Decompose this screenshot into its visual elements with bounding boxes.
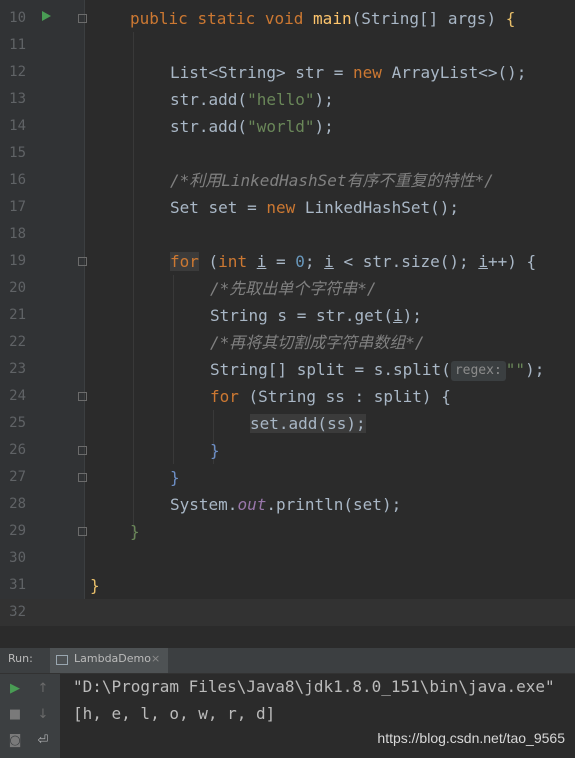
code-line: List<String> str = new ArrayList<>(); [170,63,527,82]
fold-icon[interactable] [78,473,87,482]
code-line: } [170,468,180,487]
wrap-icon[interactable]: ⏎ [35,733,51,749]
line-number: 19 [9,253,26,269]
line-number: 21 [9,307,26,323]
console-tab-icon [56,655,68,665]
line-number: 22 [9,334,26,350]
line-number: 23 [9,361,26,377]
line-number: 16 [9,172,26,188]
line-number: 28 [9,496,26,512]
line-number: 32 [9,604,26,620]
code-line: set.add(ss); [250,414,366,433]
current-line-highlight [0,599,575,626]
line-number: 14 [9,118,26,134]
code-line: str.add("world"); [170,117,334,136]
indent-guide [173,275,174,464]
run-gutter-icon[interactable] [42,11,51,21]
line-number: 24 [9,388,26,404]
down-icon[interactable]: ↓ [35,707,51,723]
run-tab-label: LambdaDemo [74,652,151,665]
code-comment: /*再将其切割成字符串数组*/ [210,333,425,352]
code-line: public static void main(String[] args) { [130,9,516,28]
code-line: Set set = new LinkedHashSet(); [170,198,459,217]
run-toolbar: ▶ ■ ◙ ↑ ↓ ⏎ [0,674,60,758]
code-line: for (int i = 0; i < str.size(); i++) { [170,252,537,271]
line-number: 31 [9,577,26,593]
line-number: 27 [9,469,26,485]
code-line: for (String ss : split) { [210,387,451,406]
code-comment: /*先取出单个字符串*/ [210,279,377,298]
line-number: 29 [9,523,26,539]
up-icon[interactable]: ↑ [35,681,51,697]
line-number: 20 [9,280,26,296]
fold-icon[interactable] [78,257,87,266]
fold-icon[interactable] [78,14,87,23]
code-line: } [210,441,220,460]
camera-icon[interactable]: ◙ [7,733,23,749]
code-line: System.out.println(set); [170,495,402,514]
line-number: 12 [9,64,26,80]
run-label: Run: [8,652,33,665]
code-editor[interactable]: 10 11 12 13 14 15 16 17 18 19 20 21 22 2… [0,0,575,626]
line-number: 17 [9,199,26,215]
code-line: String s = str.get(i); [210,306,422,325]
parameter-hint: regex: [450,361,506,381]
fold-icon[interactable] [78,527,87,536]
line-number: 18 [9,226,26,242]
fold-icon[interactable] [78,446,87,455]
code-line: } [90,576,100,595]
line-number: 26 [9,442,26,458]
run-tab[interactable]: LambdaDemo × [50,648,168,673]
code-line: } [130,522,140,541]
indent-guide [133,32,134,540]
line-number: 30 [9,550,26,566]
line-number: 11 [9,37,26,53]
close-icon[interactable]: × [151,652,160,665]
fold-icon[interactable] [78,392,87,401]
run-panel-header: Run: LambdaDemo × [0,648,575,674]
stop-icon[interactable]: ■ [7,707,23,723]
watermark: https://blog.csdn.net/tao_9565 [377,730,565,746]
console-line: "D:\Program Files\Java8\jdk1.8.0_151\bin… [73,677,555,696]
line-number: 25 [9,415,26,431]
line-number: 10 [9,10,26,26]
line-number: 15 [9,145,26,161]
line-number: 13 [9,91,26,107]
console-line: [h, e, l, o, w, r, d] [73,704,276,723]
code-line: str.add("hello"); [170,90,334,109]
code-line: String[] split = s.split(regex: ""); [210,360,545,381]
run-icon[interactable]: ▶ [7,681,23,697]
code-comment: /*利用LinkedHashSet有序不重复的特性*/ [170,171,494,190]
